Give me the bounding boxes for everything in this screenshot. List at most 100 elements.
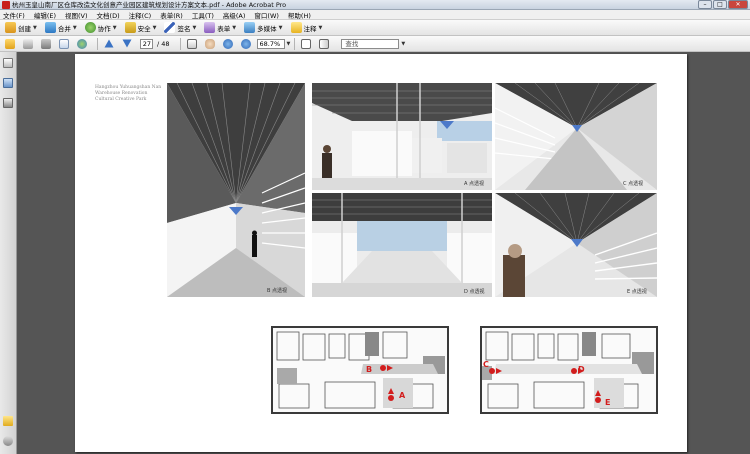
bookmarks-panel-icon[interactable] xyxy=(3,78,13,88)
viewpoint-marker-e: E xyxy=(605,398,611,407)
disk-icon xyxy=(41,38,51,49)
menu-bar: 文件(F) 编辑(E) 视图(V) 文档(D) 注释(C) 表单(R) 工具(T… xyxy=(0,10,750,20)
multimedia-button[interactable]: 多媒体 ▼ xyxy=(242,21,284,34)
collaborate-icon xyxy=(84,22,96,33)
attachments-panel-icon[interactable] xyxy=(3,436,13,446)
page-number-input[interactable]: 27 xyxy=(140,38,153,49)
render-d-image xyxy=(312,193,492,297)
secure-button[interactable]: 安全 ▼ xyxy=(123,21,159,34)
navigation-toolbar: 27 / 48 68.7% ▼ 查找 ▼ xyxy=(0,36,750,52)
menu-window[interactable]: 窗口(W) xyxy=(254,10,279,20)
render-b-label: B 点透视 xyxy=(267,288,288,294)
floor-plan-right: C D E xyxy=(480,326,658,414)
document-viewport[interactable]: Hangzhou Yuhuangshan Nan Warehouse Renov… xyxy=(18,52,750,454)
comments-panel-icon[interactable] xyxy=(3,416,13,426)
window-title: 杭州玉皇山南厂区仓库改造文化创意产业园区建筑规划设计方案文本.pdf - Ado… xyxy=(12,1,287,9)
print-button[interactable] xyxy=(21,37,35,50)
zoom-dropdown-icon[interactable]: ▼ xyxy=(287,41,291,47)
folder-icon xyxy=(5,38,15,49)
forms-button[interactable]: 表单 ▼ xyxy=(202,21,238,34)
email-button[interactable] xyxy=(57,37,71,50)
maximize-button[interactable]: □ xyxy=(713,0,727,9)
combine-button[interactable]: 合并 ▼ xyxy=(43,21,79,34)
save-button[interactable] xyxy=(39,37,53,50)
film-icon xyxy=(244,22,256,33)
collaborate-button[interactable]: 协作 ▼ xyxy=(83,21,119,34)
render-a-image xyxy=(312,83,492,190)
sign-button[interactable]: 签名 ▼ xyxy=(162,21,198,34)
render-d-label: D 点透视 xyxy=(464,289,485,295)
find-dropdown-icon[interactable]: ▼ xyxy=(401,41,405,47)
page-total: / 48 xyxy=(157,39,170,48)
cursor-icon xyxy=(186,38,197,49)
menu-file[interactable]: 文件(F) xyxy=(3,10,25,20)
arrow-down-icon xyxy=(122,39,132,48)
pages-panel-icon[interactable] xyxy=(3,58,13,68)
page-caption: Hangzhou Yuhuangshan Nan Warehouse Renov… xyxy=(95,85,162,102)
viewpoint-marker-a: A xyxy=(399,391,406,400)
viewpoint-marker-d: D xyxy=(578,365,585,374)
zoom-level-field[interactable]: 68.7% xyxy=(256,38,285,49)
find-input[interactable]: 查找 xyxy=(341,38,400,49)
menu-help[interactable]: 帮助(H) xyxy=(288,10,311,20)
signatures-panel-icon[interactable] xyxy=(3,98,13,108)
fit-width-icon xyxy=(319,38,330,49)
zoom-in-icon xyxy=(240,38,251,49)
menu-comments[interactable]: 注释(C) xyxy=(129,10,152,20)
render-e-image xyxy=(495,193,657,297)
menu-edit[interactable]: 编辑(E) xyxy=(34,10,56,20)
envelope-icon xyxy=(59,38,69,49)
fit-width-button[interactable] xyxy=(317,37,331,50)
open-button[interactable] xyxy=(3,37,17,50)
fit-page-button[interactable] xyxy=(299,37,313,50)
menu-view[interactable]: 视图(V) xyxy=(65,10,88,20)
arrow-up-icon xyxy=(104,39,114,48)
select-tool-button[interactable] xyxy=(185,37,199,50)
task-toolbar: 创建 ▼ 合并 ▼ 协作 ▼ 安全 ▼ 签名 ▼ 表单 ▼ 多媒体 ▼ 注释 ▼ xyxy=(0,20,750,36)
zoom-in-button[interactable] xyxy=(239,37,253,50)
window-controls: – □ ✕ xyxy=(698,0,748,9)
viewpoint-marker-c: C xyxy=(483,360,489,369)
pdf-page: Hangzhou Yuhuangshan Nan Warehouse Renov… xyxy=(75,54,687,452)
globe-icon xyxy=(77,38,87,49)
title-bar: 杭州玉皇山南厂区仓库改造文化创意产业园区建筑规划设计方案文本.pdf - Ado… xyxy=(0,0,750,10)
perspective-render-d: D 点透视 xyxy=(312,193,492,297)
lock-icon xyxy=(124,22,136,33)
create-button[interactable]: 创建 ▼ xyxy=(3,21,39,34)
zoom-out-button[interactable] xyxy=(221,37,235,50)
menu-document[interactable]: 文档(D) xyxy=(97,10,120,20)
render-a-label: A 点透视 xyxy=(464,181,485,187)
hand-tool-button[interactable] xyxy=(203,37,217,50)
zoom-out-icon xyxy=(222,38,233,49)
perspective-render-e: E 点透视 xyxy=(495,193,657,297)
menu-tools[interactable]: 工具(T) xyxy=(192,10,214,20)
create-pdf-icon xyxy=(5,22,16,33)
menu-advanced[interactable]: 高级(A) xyxy=(223,10,246,20)
previous-page-button[interactable] xyxy=(102,37,116,50)
menu-forms[interactable]: 表单(R) xyxy=(160,10,183,20)
floor-plan-left: B A xyxy=(271,326,449,414)
toolbar-separator xyxy=(179,37,181,50)
perspective-render-c: C 点透视 xyxy=(495,83,657,190)
comment-button[interactable]: 注释 ▼ xyxy=(289,21,325,34)
viewpoint-marker-b: B xyxy=(366,365,373,374)
web-button[interactable] xyxy=(75,37,89,50)
render-e-label: E 点透视 xyxy=(627,289,647,295)
pen-icon xyxy=(164,22,176,33)
perspective-render-b: B 点透视 xyxy=(167,83,305,297)
floor-plan-right-drawing xyxy=(482,331,654,409)
printer-icon xyxy=(23,38,33,49)
next-page-button[interactable] xyxy=(120,37,134,50)
navigation-panel xyxy=(0,52,17,454)
perspective-render-a: A 点透视 xyxy=(312,83,492,190)
render-b-image xyxy=(167,83,305,297)
form-icon xyxy=(204,22,216,33)
render-c-image xyxy=(495,83,657,190)
toolbar-separator xyxy=(294,37,296,50)
fit-page-icon xyxy=(301,38,312,49)
minimize-button[interactable]: – xyxy=(698,0,712,9)
comment-note-icon xyxy=(290,22,302,33)
close-button[interactable]: ✕ xyxy=(728,0,748,9)
combine-files-icon xyxy=(44,22,56,33)
render-c-label: C 点透视 xyxy=(623,181,644,187)
